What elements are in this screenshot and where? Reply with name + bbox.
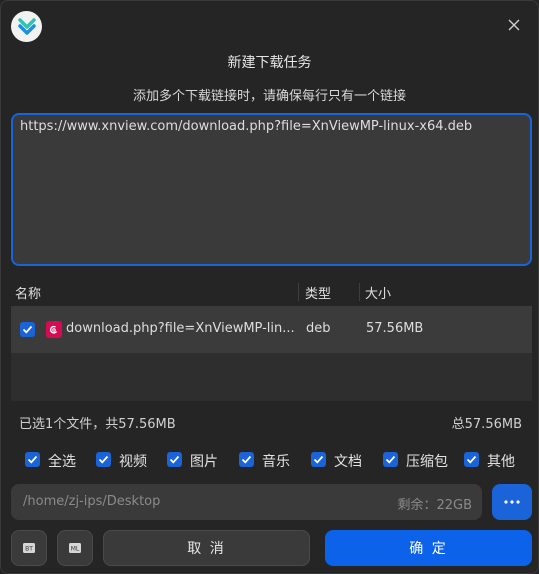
filter-music[interactable]: 音乐 <box>239 451 299 471</box>
checkmark-icon <box>313 455 324 464</box>
image-checkbox[interactable] <box>167 452 182 467</box>
column-header-name[interactable]: 名称 <box>15 283 41 302</box>
dialog-title: 新建下载任务 <box>227 55 312 71</box>
new-download-dialog: 新建下载任务 添加多个下载链接时，请确保每行只有一个链接 名称 类型 大小 do… <box>0 0 539 574</box>
table-row[interactable]: download.php?file=XnViewMP-lin... deb 57… <box>11 306 532 353</box>
checkmark-icon <box>385 455 396 464</box>
selected-summary: 已选1个文件，共57.56MB <box>19 417 176 432</box>
filter-label: 文档 <box>334 454 362 470</box>
close-icon <box>508 19 520 31</box>
metalink-file-icon: ML <box>69 543 81 553</box>
confirm-button[interactable]: 确 定 <box>325 530 532 566</box>
filter-label: 视频 <box>119 454 147 470</box>
filter-select-all[interactable]: 全选 <box>25 451 85 471</box>
checkmark-icon <box>27 455 38 464</box>
debian-swirl-icon <box>49 325 58 334</box>
other-checkbox[interactable] <box>464 452 479 467</box>
url-input[interactable] <box>11 113 532 266</box>
save-path-field[interactable]: /home/zj-ips/Desktop 剩余：22GB <box>11 484 482 520</box>
more-icon <box>504 500 520 504</box>
svg-text:BT: BT <box>25 546 33 553</box>
bt-task-button[interactable]: BT <box>11 530 47 566</box>
filter-archive[interactable]: 压缩包 <box>383 451 453 471</box>
column-header-size[interactable]: 大小 <box>365 283 391 302</box>
file-table: download.php?file=XnViewMP-lin... deb 57… <box>11 306 532 401</box>
debian-package-icon <box>46 321 62 338</box>
browse-folder-button[interactable] <box>492 484 532 520</box>
file-table-header: 名称 类型 大小 <box>11 279 532 305</box>
download-app-icon <box>17 17 36 35</box>
video-checkbox[interactable] <box>96 452 111 467</box>
checkmark-icon <box>22 325 33 334</box>
filter-label: 压缩包 <box>406 454 448 470</box>
filter-label: 图片 <box>190 454 218 470</box>
total-size: 总57.56MB <box>451 417 522 432</box>
checkmark-icon <box>241 455 252 464</box>
ml-task-button[interactable]: ML <box>57 530 93 566</box>
svg-text:ML: ML <box>71 546 80 553</box>
filter-document[interactable]: 文档 <box>311 451 371 471</box>
file-size: 57.56MB <box>366 321 424 336</box>
cancel-button[interactable]: 取 消 <box>103 530 310 566</box>
filter-label: 全选 <box>48 454 76 470</box>
filter-video[interactable]: 视频 <box>96 451 156 471</box>
filter-other[interactable]: 其他 <box>464 451 524 471</box>
column-header-type[interactable]: 类型 <box>305 283 331 302</box>
dialog-subtitle: 添加多个下载链接时，请确保每行只有一个链接 <box>132 89 406 104</box>
checkmark-icon <box>466 455 477 464</box>
app-logo <box>11 11 42 42</box>
file-name: download.php?file=XnViewMP-lin... <box>66 321 295 336</box>
select-all-checkbox[interactable] <box>25 452 40 467</box>
filter-image[interactable]: 图片 <box>167 451 227 471</box>
document-checkbox[interactable] <box>311 452 326 467</box>
checkmark-icon <box>169 455 180 464</box>
music-checkbox[interactable] <box>239 452 254 467</box>
row-checkbox[interactable] <box>20 322 35 337</box>
column-divider[interactable] <box>298 283 299 301</box>
save-path: /home/zj-ips/Desktop <box>23 494 161 509</box>
checkmark-icon <box>98 455 109 464</box>
filter-label: 音乐 <box>262 454 290 470</box>
column-divider[interactable] <box>359 283 360 301</box>
archive-checkbox[interactable] <box>383 452 398 467</box>
filter-label: 其他 <box>487 454 515 470</box>
bt-file-icon: BT <box>23 543 35 553</box>
file-type: deb <box>306 321 331 336</box>
free-space: 剩余：22GB <box>397 498 472 513</box>
close-button[interactable] <box>504 15 524 35</box>
